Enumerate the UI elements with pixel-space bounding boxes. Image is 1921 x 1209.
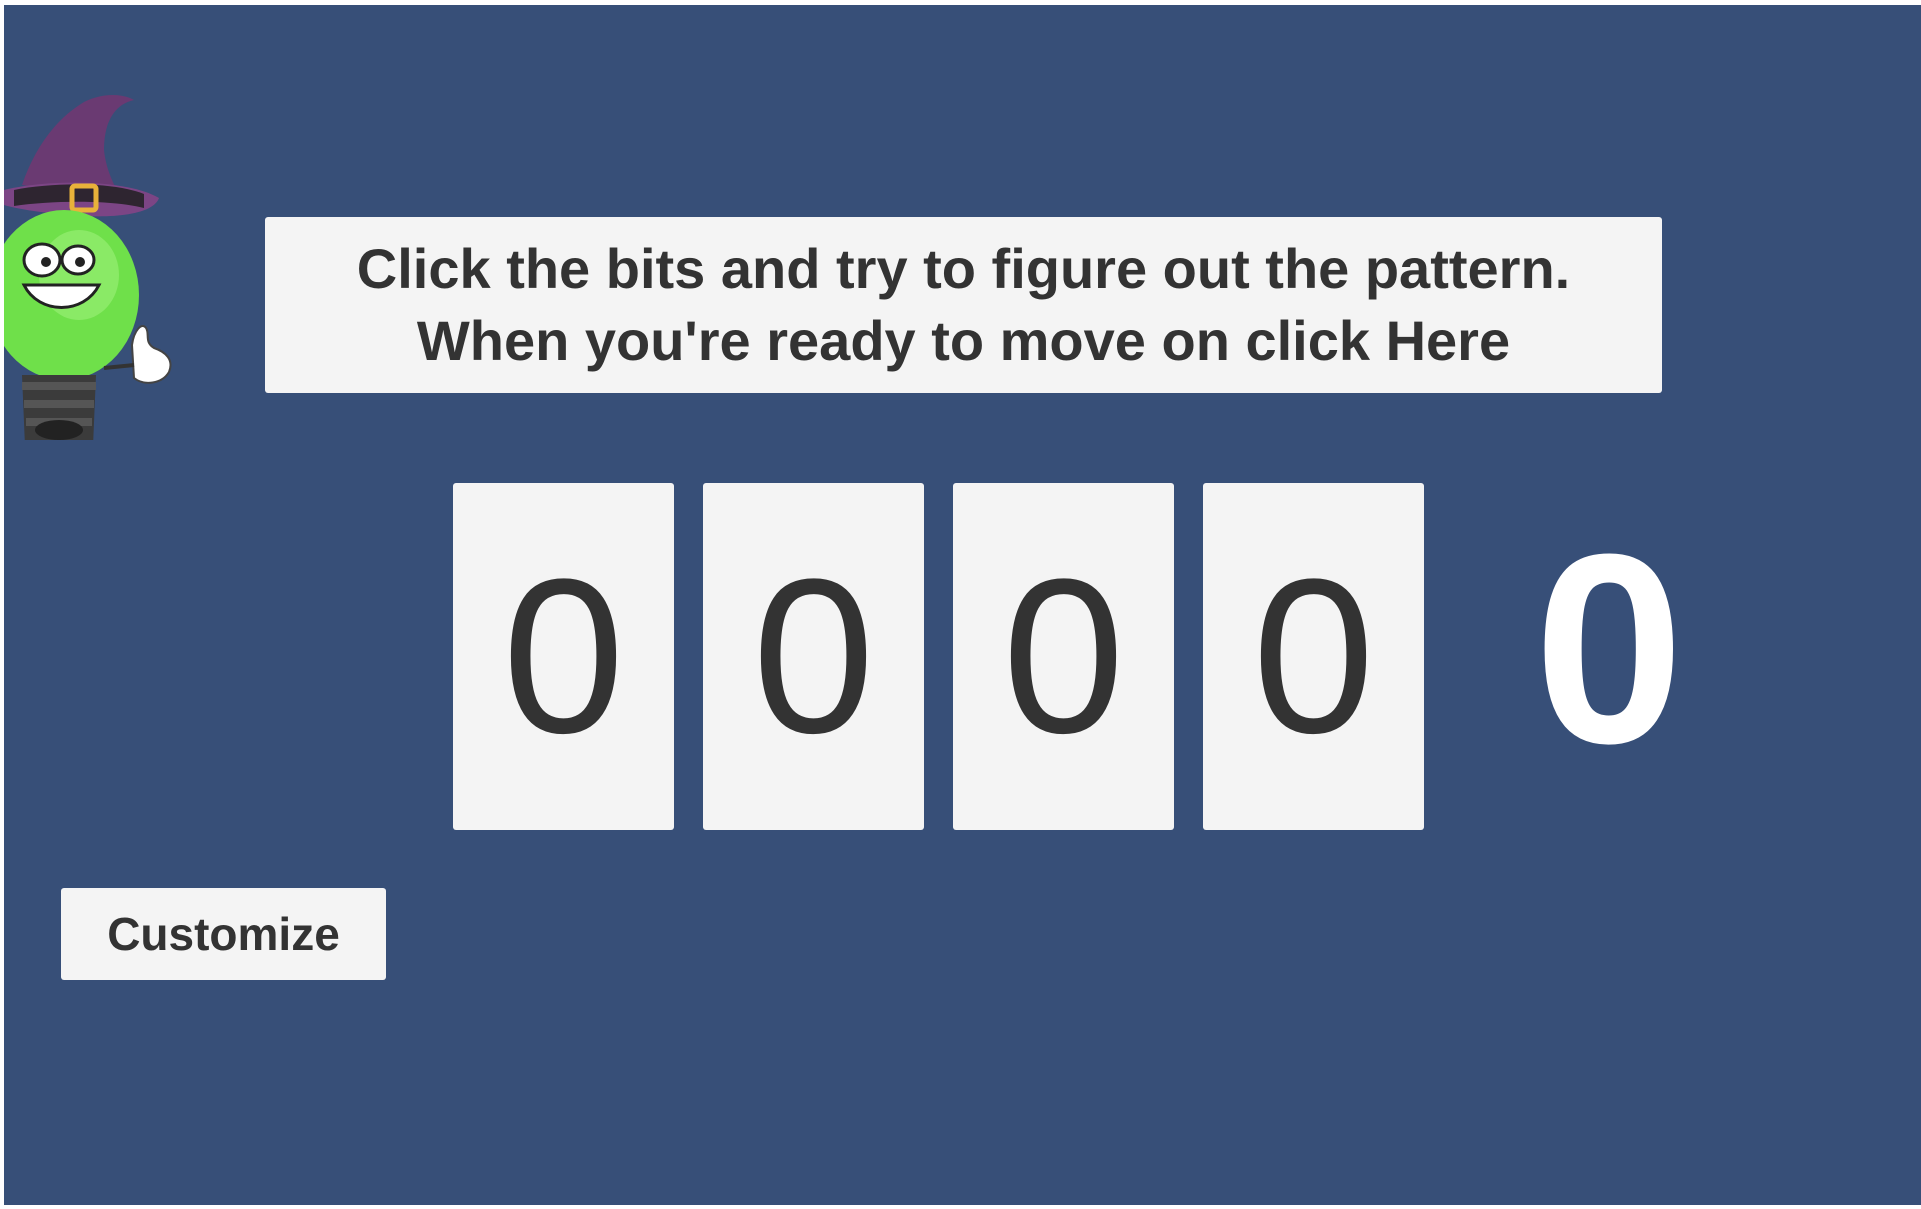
bit-card-8[interactable]: 0 [453,483,674,830]
instructions-line-2: When you're ready to move on click Here [416,309,1511,372]
bit-card-1[interactable]: 0 [1203,483,1424,830]
bit-card-2[interactable]: 0 [953,483,1174,830]
wizard-lightbulb-mascot [4,95,172,440]
decimal-value: 0 [1533,499,1685,800]
instructions-banner[interactable]: Click the bits and try to figure out the… [265,217,1662,393]
bit-card-4[interactable]: 0 [703,483,924,830]
app-stage: Click the bits and try to figure out the… [4,5,1921,1205]
instructions-line-1: Click the bits and try to figure out the… [356,237,1571,300]
bit-cards: 0 0 0 0 [453,483,1424,830]
customize-button[interactable]: Customize [61,888,386,980]
